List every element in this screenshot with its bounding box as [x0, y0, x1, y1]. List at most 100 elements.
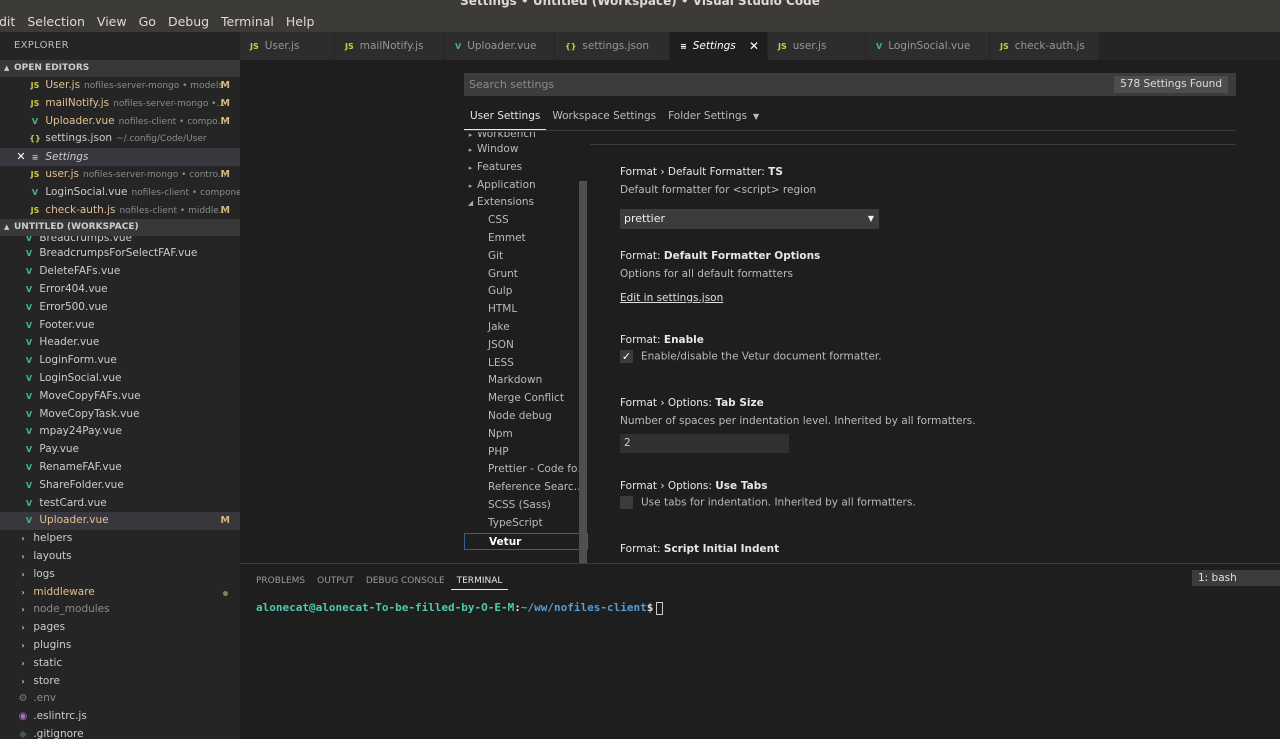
toc-item[interactable]: Prettier - Code for...	[464, 461, 588, 479]
file-item[interactable]: ◉ .eslintrc.js	[0, 708, 240, 726]
settings-scope-tabs: User Settings Workspace Settings Folder …	[464, 104, 1236, 131]
tab-workspace-settings[interactable]: Workspace Settings	[546, 104, 662, 130]
file-item[interactable]: V testCard.vue	[0, 495, 240, 513]
tab-settings[interactable]: ≡ Settings ✕	[670, 32, 768, 60]
close-icon[interactable]: ✕	[749, 32, 759, 60]
file-item[interactable]: V Error500.vue	[0, 299, 240, 317]
open-editors-header[interactable]: ▲ OPEN EDITORS	[0, 60, 240, 77]
toc-item[interactable]: Markdown	[464, 372, 588, 390]
toc-item[interactable]: SCSS (Sass)	[464, 497, 588, 515]
toc-item[interactable]: HTML	[464, 301, 588, 319]
open-editor-item[interactable]: JS mailNotify.js nofiles-server-mongo •..…	[0, 95, 240, 113]
file-item[interactable]: V Breadcrumps.vue	[0, 236, 240, 245]
toc-item[interactable]: ▸ Application	[464, 177, 588, 195]
menu-terminal[interactable]: Terminal	[215, 14, 280, 29]
tab-uploader-vue[interactable]: V Uploader.vue	[445, 32, 555, 60]
js-file-icon: JS	[345, 42, 354, 51]
terminal-prompt[interactable]: alonecat@alonecat-To-be-filled-by-O-E-M:…	[256, 601, 664, 615]
tab-folder-settings[interactable]: Folder Settings ▼	[662, 104, 765, 130]
file-item[interactable]: V Footer.vue	[0, 317, 240, 335]
toc-item[interactable]: JSON	[464, 337, 588, 355]
toc-item[interactable]: Grunt	[464, 266, 588, 284]
toc-item[interactable]: CSS	[464, 212, 588, 230]
file-item[interactable]: V LoginForm.vue	[0, 352, 240, 370]
file-item[interactable]: V Error404.vue	[0, 281, 240, 299]
terminal-select[interactable]: 1: bash	[1192, 570, 1280, 586]
file-item[interactable]: V mpay24Pay.vue	[0, 423, 240, 441]
folder-item[interactable]: › node_modules	[0, 601, 240, 619]
open-editor-item[interactable]: V Uploader.vue nofiles-client • compo... M	[0, 113, 240, 131]
folder-item[interactable]: › static	[0, 655, 240, 673]
toc-item[interactable]: ▸ Window	[464, 141, 588, 159]
menu-debug[interactable]: Debug	[162, 14, 215, 29]
menu-edit[interactable]: dit	[0, 14, 21, 29]
menu-selection[interactable]: Selection	[21, 14, 91, 29]
file-item[interactable]: V DeleteFAFs.vue	[0, 263, 240, 281]
file-item[interactable]: ⚙ .env	[0, 690, 240, 708]
workspace-header[interactable]: ▲ UNTITLED (WORKSPACE)	[0, 219, 240, 237]
menu-go[interactable]: Go	[133, 14, 162, 29]
tab-loginsocial-vue[interactable]: V LoginSocial.vue	[866, 32, 990, 60]
toc-item[interactable]: ◢ Extensions	[464, 194, 588, 212]
folder-item[interactable]: › helpers	[0, 530, 240, 548]
toc-scrollbar[interactable]	[579, 181, 587, 563]
enable-checkbox[interactable]: ✓	[620, 350, 633, 363]
tab-user-settings[interactable]: User Settings	[464, 104, 547, 130]
open-editor-item[interactable]: V LoginSocial.vue nofiles-client • compon…	[0, 184, 240, 202]
folder-item[interactable]: › pages	[0, 619, 240, 637]
menu-view[interactable]: View	[91, 14, 133, 29]
tab-mailnotify-js[interactable]: JS mailNotify.js	[335, 32, 445, 60]
edit-in-settings-json-link[interactable]: Edit in settings.json	[620, 292, 1220, 304]
tab-user-js-2[interactable]: JS user.js	[768, 32, 866, 60]
tab-check-auth-js[interactable]: JS check-auth.js	[990, 32, 1100, 60]
file-item[interactable]: V MoveCopyFAFs.vue	[0, 388, 240, 406]
toc-item[interactable]: LESS	[464, 355, 588, 373]
tab-debug-console[interactable]: DEBUG CONSOLE	[360, 572, 451, 590]
open-editor-item[interactable]: {} settings.json ~/.config/Code/User	[0, 130, 240, 148]
file-item[interactable]: ◆ .gitignore	[0, 726, 240, 739]
file-item[interactable]: V MoveCopyTask.vue	[0, 406, 240, 424]
tab-problems[interactable]: PROBLEMS	[250, 572, 311, 590]
menu-help[interactable]: Help	[280, 14, 321, 29]
file-item[interactable]: V RenameFAF.vue	[0, 459, 240, 477]
open-editor-item[interactable]: JS user.js nofiles-server-mongo • contro.…	[0, 166, 240, 184]
toc-item[interactable]: Jake	[464, 319, 588, 337]
file-item[interactable]: V ShareFolder.vue	[0, 477, 240, 495]
toc-item[interactable]: Git	[464, 248, 588, 266]
toc-item[interactable]: Node debug	[464, 408, 588, 426]
toc-item[interactable]: Emmet	[464, 230, 588, 248]
toc-item[interactable]: ▸ Workbench	[464, 132, 588, 141]
toc-item[interactable]: TypeScript	[464, 515, 588, 533]
folder-item[interactable]: › logs	[0, 566, 240, 584]
file-item[interactable]: V LoginSocial.vue	[0, 370, 240, 388]
toc-item[interactable]: Merge Conflict	[464, 390, 588, 408]
file-item[interactable]: V Uploader.vue M	[0, 512, 240, 531]
open-editor-item[interactable]: ✕ ≡ Settings	[0, 148, 240, 166]
file-item[interactable]: V Header.vue	[0, 334, 240, 352]
open-editor-item[interactable]: JS User.js nofiles-server-mongo • models M	[0, 77, 240, 95]
toc-item[interactable]: PHP	[464, 444, 588, 462]
close-icon[interactable]: ✕	[14, 148, 28, 166]
formatter-select[interactable]: prettier ▼	[620, 209, 879, 229]
toc-item[interactable]: Reference Search ...	[464, 479, 588, 497]
tab-output[interactable]: OUTPUT	[311, 572, 360, 590]
tab-terminal[interactable]: TERMINAL	[450, 572, 509, 590]
toc-item[interactable]: ▸ Features	[464, 159, 588, 177]
toc-item[interactable]: Npm	[464, 426, 588, 444]
file-item[interactable]: V BreadcrumpsForSelectFAF.vue	[0, 245, 240, 263]
toc-item-vetur[interactable]: Vetur	[464, 532, 588, 551]
file-name: RenameFAF.vue	[39, 460, 122, 473]
tab-user-js[interactable]: JS User.js	[240, 32, 335, 60]
use-tabs-checkbox[interactable]	[620, 496, 633, 509]
tab-size-input[interactable]: 2	[620, 434, 789, 453]
file-item[interactable]: V Pay.vue	[0, 441, 240, 459]
open-editor-item[interactable]: JS check-auth.js nofiles-client • middle.…	[0, 202, 240, 220]
tab-settings-json[interactable]: {} settings.json	[555, 32, 670, 60]
search-settings-input[interactable]: Search settings 578 Settings Found	[464, 73, 1236, 96]
folder-item[interactable]: › store	[0, 673, 240, 691]
folder-item[interactable]: › layouts	[0, 548, 240, 566]
toc-item[interactable]: Gulp	[464, 283, 588, 301]
folder-item[interactable]: › middleware	[0, 584, 240, 602]
file-name: mailNotify.js	[45, 96, 110, 109]
folder-item[interactable]: › plugins	[0, 637, 240, 655]
